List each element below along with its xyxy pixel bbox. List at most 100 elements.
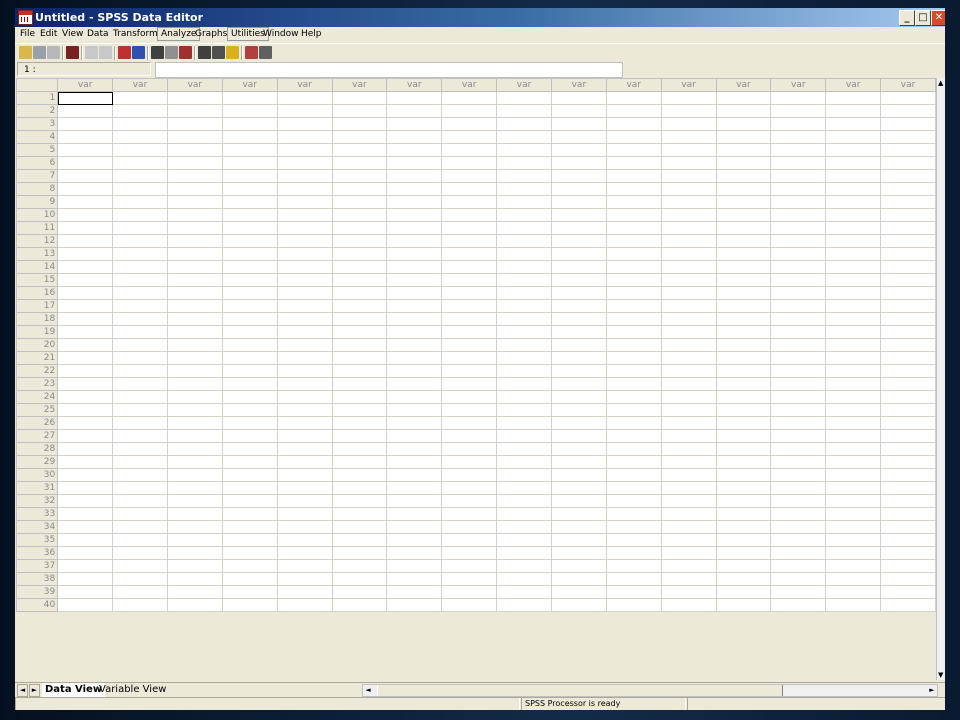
data-cell[interactable] xyxy=(57,559,114,573)
data-cell[interactable] xyxy=(112,507,168,521)
scroll-down-icon[interactable]: ▼ xyxy=(938,671,943,679)
row-header[interactable]: 1 xyxy=(15,91,59,105)
data-cell[interactable] xyxy=(550,104,607,118)
data-cell[interactable] xyxy=(221,585,278,599)
data-cell[interactable] xyxy=(715,273,772,287)
data-cell[interactable] xyxy=(715,286,772,300)
data-cell[interactable] xyxy=(276,260,333,274)
data-cell[interactable] xyxy=(331,299,388,313)
data-cell[interactable] xyxy=(166,546,223,560)
data-cell[interactable] xyxy=(496,364,552,378)
data-cell[interactable] xyxy=(605,312,662,326)
data-cell[interactable] xyxy=(550,247,607,261)
data-cell[interactable] xyxy=(441,494,498,508)
data-cell[interactable] xyxy=(496,221,552,235)
data-cell[interactable] xyxy=(605,507,662,521)
print-icon[interactable] xyxy=(47,46,60,59)
data-cell[interactable] xyxy=(550,299,607,313)
data-cell[interactable] xyxy=(825,351,882,365)
data-cell[interactable] xyxy=(386,299,443,313)
data-cell[interactable] xyxy=(441,403,498,417)
data-cell[interactable] xyxy=(770,338,827,352)
data-cell[interactable] xyxy=(57,403,114,417)
data-cell[interactable] xyxy=(825,208,882,222)
data-cell[interactable] xyxy=(770,468,827,482)
data-cell[interactable] xyxy=(880,104,936,118)
data-cell[interactable] xyxy=(386,156,443,170)
data-cell[interactable] xyxy=(605,91,662,105)
data-cell[interactable] xyxy=(770,286,827,300)
data-cell[interactable] xyxy=(770,312,827,326)
data-cell[interactable] xyxy=(715,91,772,105)
data-cell[interactable] xyxy=(221,169,278,183)
data-cell[interactable] xyxy=(825,286,882,300)
data-cell[interactable] xyxy=(112,156,168,170)
data-cell[interactable] xyxy=(825,312,882,326)
data-cell[interactable] xyxy=(550,364,607,378)
data-cell[interactable] xyxy=(166,429,223,443)
menu-file[interactable]: File xyxy=(17,28,38,40)
data-cell[interactable] xyxy=(825,338,882,352)
data-cell[interactable] xyxy=(770,234,827,248)
data-cell[interactable] xyxy=(715,117,772,131)
data-cell[interactable] xyxy=(386,286,443,300)
data-cell[interactable] xyxy=(166,416,223,430)
data-cell[interactable] xyxy=(660,208,717,222)
data-cell[interactable] xyxy=(331,338,388,352)
data-cell[interactable] xyxy=(112,247,168,261)
weight-cases-icon[interactable] xyxy=(212,46,225,59)
data-cell[interactable] xyxy=(715,208,772,222)
data-cell[interactable] xyxy=(605,286,662,300)
data-cell[interactable] xyxy=(770,130,827,144)
data-cell[interactable] xyxy=(660,325,717,339)
data-cell[interactable] xyxy=(550,338,607,352)
data-cell[interactable] xyxy=(166,403,223,417)
data-cell[interactable] xyxy=(386,143,443,157)
data-cell[interactable] xyxy=(770,533,827,547)
data-cell[interactable] xyxy=(496,520,552,534)
data-cell[interactable] xyxy=(496,325,552,339)
data-cell[interactable] xyxy=(276,273,333,287)
data-cell[interactable] xyxy=(276,312,333,326)
data-cell[interactable] xyxy=(660,195,717,209)
data-cell[interactable] xyxy=(112,598,168,612)
data-cell[interactable] xyxy=(660,364,717,378)
data-cell[interactable] xyxy=(550,468,607,482)
data-cell[interactable] xyxy=(221,390,278,404)
data-cell[interactable] xyxy=(550,325,607,339)
data-cell[interactable] xyxy=(441,143,498,157)
data-cell[interactable] xyxy=(770,208,827,222)
dialog-recall-icon[interactable] xyxy=(66,46,79,59)
row-header[interactable]: 11 xyxy=(15,221,59,235)
data-cell[interactable] xyxy=(331,169,388,183)
data-cell[interactable] xyxy=(221,182,278,196)
data-cell[interactable] xyxy=(386,351,443,365)
data-cell[interactable] xyxy=(496,585,552,599)
data-cell[interactable] xyxy=(221,221,278,235)
data-cell[interactable] xyxy=(166,91,223,105)
data-cell[interactable] xyxy=(276,143,333,157)
data-cell[interactable] xyxy=(441,273,498,287)
data-cell[interactable] xyxy=(715,598,772,612)
data-cell[interactable] xyxy=(880,143,936,157)
data-cell[interactable] xyxy=(825,221,882,235)
data-cell[interactable] xyxy=(770,260,827,274)
data-cell[interactable] xyxy=(825,468,882,482)
data-cell[interactable] xyxy=(112,455,168,469)
row-header[interactable]: 24 xyxy=(15,390,59,404)
row-header[interactable]: 12 xyxy=(15,234,59,248)
row-header[interactable]: 25 xyxy=(15,403,59,417)
row-header[interactable]: 18 xyxy=(15,312,59,326)
data-cell[interactable] xyxy=(825,585,882,599)
minimize-button[interactable]: _ xyxy=(899,10,915,26)
data-cell[interactable] xyxy=(550,208,607,222)
data-cell[interactable] xyxy=(57,546,114,560)
data-cell[interactable] xyxy=(112,429,168,443)
data-cell[interactable] xyxy=(276,156,333,170)
data-cell[interactable] xyxy=(880,572,936,586)
data-cell[interactable] xyxy=(496,299,552,313)
data-cell[interactable] xyxy=(605,169,662,183)
data-cell[interactable] xyxy=(57,247,114,261)
data-cell[interactable] xyxy=(112,91,168,105)
data-cell[interactable] xyxy=(825,143,882,157)
